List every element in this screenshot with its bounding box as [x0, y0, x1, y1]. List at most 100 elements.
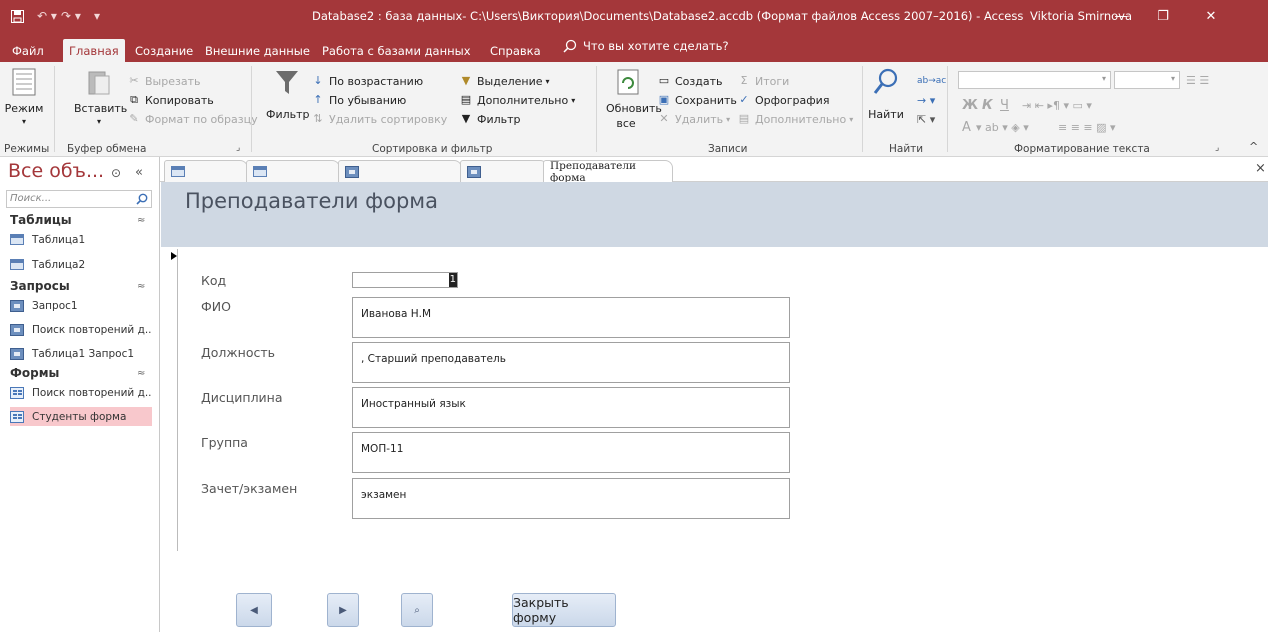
select-icon[interactable]: ⇱ ▾	[917, 110, 935, 128]
nav-item-table1-query1[interactable]: Таблица1 Запрос1	[10, 344, 152, 363]
save-record-button[interactable]: ▣ Сохранить	[657, 91, 737, 109]
nav-item-label: Таблица2	[32, 258, 86, 271]
nav-item-duplicates-form[interactable]: Поиск повторений д...	[10, 383, 152, 402]
sort-descending-button[interactable]: ↑ По убыванию	[311, 91, 406, 109]
undo-icon[interactable]: ↶ ▾	[36, 7, 58, 25]
highlight-icon[interactable]: ▾ ab ▾ ◈ ▾	[976, 118, 1029, 136]
doc-tab-table[interactable]	[246, 160, 340, 182]
copy-button[interactable]: ⧉ Копировать	[127, 91, 214, 109]
copy-label: Копировать	[145, 93, 214, 107]
doc-tab-query[interactable]	[338, 160, 462, 182]
restore-icon[interactable]: ❐	[1148, 5, 1178, 27]
group-field[interactable]: МОП-11	[352, 432, 790, 473]
format-painter-button[interactable]: ✎ Формат по образцу	[127, 110, 257, 128]
new-record-button[interactable]: ▭ Создать	[657, 72, 723, 90]
nav-item-students-form[interactable]: Студенты форма	[10, 407, 152, 426]
tab-home[interactable]: Главная	[63, 39, 125, 62]
nav-group-forms[interactable]: Формы	[10, 366, 59, 380]
next-record-button[interactable]: ▶	[327, 593, 359, 627]
cut-button[interactable]: ✂ Вырезать	[127, 72, 200, 90]
nav-pane-title[interactable]: Все объ...	[8, 160, 104, 182]
spelling-label: Орфография	[755, 93, 830, 107]
find-record-button[interactable]: ⌕	[401, 593, 433, 627]
advanced-filter-button[interactable]: ▤ Дополнительно ▾	[459, 91, 575, 109]
selection-button[interactable]: ▼ Выделение ▾	[459, 72, 550, 90]
dialog-launcher-icon[interactable]: ⌟	[236, 143, 240, 153]
remove-sort-button[interactable]: ⇅ Удалить сортировку	[311, 110, 447, 128]
search-icon[interactable]	[136, 193, 148, 205]
doc-tab-query[interactable]	[460, 160, 548, 182]
underline-button[interactable]: Ч	[1000, 96, 1009, 114]
tab-file[interactable]: Файл	[6, 39, 50, 62]
totals-button[interactable]: Σ Итоги	[737, 72, 790, 90]
more-records-button[interactable]: ▤ Дополнительно ▾	[737, 110, 853, 128]
discipline-field[interactable]: Иностранный язык	[352, 387, 790, 428]
search-icon	[563, 39, 577, 53]
align-icon[interactable]: ≡ ≡ ≡ ▨ ▾	[1058, 118, 1116, 136]
close-icon[interactable]: ×	[1255, 161, 1266, 176]
spelling-button[interactable]: ✓ Орфография	[737, 91, 829, 109]
paste-label: Вставить	[74, 102, 128, 115]
tab-create[interactable]: Создание	[129, 39, 199, 62]
delete-record-button[interactable]: ✕ Удалить ▾	[657, 110, 730, 128]
nav-item-query1[interactable]: Запрос1	[10, 296, 152, 315]
kod-value: 1	[448, 273, 457, 287]
previous-record-button[interactable]: ◀	[236, 593, 272, 627]
table-icon	[253, 166, 267, 177]
table-icon	[10, 259, 24, 270]
close-icon[interactable]: ✕	[1196, 5, 1226, 27]
funnel-icon: ▼	[461, 112, 471, 125]
redo-icon[interactable]: ↷ ▾	[60, 7, 82, 25]
magnifier-icon	[873, 68, 898, 94]
exam-field[interactable]: экзамен	[352, 478, 790, 519]
sort-descending-icon: ↑	[313, 93, 323, 106]
save-icon[interactable]	[8, 7, 26, 25]
find-button[interactable]: Найти	[868, 66, 904, 136]
nav-item-table1[interactable]: Таблица1	[10, 230, 152, 249]
font-name-select[interactable]: ▾	[958, 71, 1111, 89]
nav-menu-icon[interactable]: ⊙	[111, 166, 121, 180]
nav-item-duplicates-query[interactable]: Поиск повторений д...	[10, 320, 152, 339]
record-selector[interactable]	[169, 249, 178, 551]
font-size-select[interactable]: ▾	[1114, 71, 1180, 89]
field-label-group: Группа	[201, 435, 248, 450]
nav-group-queries[interactable]: Запросы	[10, 279, 70, 293]
goto-icon[interactable]: → ▾	[917, 91, 935, 109]
sort-ascending-button[interactable]: ↓ По возрастанию	[311, 72, 423, 90]
paste-button[interactable]: Вставить ▾	[74, 66, 128, 136]
tell-me-box[interactable]: Что вы хотите сделать?	[563, 39, 729, 53]
fio-field[interactable]: Иванова Н.М	[352, 297, 790, 338]
font-color-button[interactable]: А	[962, 118, 971, 136]
replace-icon[interactable]: ab→ac	[917, 72, 946, 90]
kod-field[interactable]: 1	[352, 272, 458, 288]
bullets-icon[interactable]: ☰ ☰	[1186, 71, 1209, 89]
toggle-filter-button[interactable]: ▼ Фильтр	[459, 110, 521, 128]
indent-icon[interactable]: ⇥ ⇤ ▸¶ ▾ ▭ ▾	[1022, 96, 1092, 114]
collapse-group-icon[interactable]: ≈	[137, 215, 145, 226]
nav-group-tables[interactable]: Таблицы	[10, 213, 72, 227]
collapse-pane-icon[interactable]: «	[135, 165, 143, 180]
refresh-all-button[interactable]: Обновить все	[606, 66, 662, 138]
position-field[interactable]: , Старший преподаватель	[352, 342, 790, 383]
minimize-icon[interactable]: —	[1106, 5, 1136, 27]
doc-tab-table[interactable]	[164, 160, 248, 182]
field-label-kod: Код	[201, 273, 227, 288]
doc-tab-teachers-form[interactable]: Преподаватели форма	[543, 160, 673, 184]
new-record-icon: ▭	[658, 74, 670, 87]
nav-search-input[interactable]: Поиск...	[6, 190, 152, 208]
close-form-button[interactable]: Закрыть форму	[512, 593, 616, 627]
nav-item-table2[interactable]: Таблица2	[10, 255, 152, 274]
collapse-group-icon[interactable]: ≈	[137, 368, 145, 379]
filter-button[interactable]: Фильтр	[266, 66, 310, 136]
tab-external-data[interactable]: Внешние данные	[199, 39, 316, 62]
italic-button[interactable]: К	[982, 96, 993, 114]
collapse-ribbon-icon[interactable]: ^	[1249, 140, 1258, 153]
group-separator	[54, 66, 55, 152]
collapse-group-icon[interactable]: ≈	[137, 281, 145, 292]
tab-database-tools[interactable]: Работа с базами данных	[316, 39, 477, 62]
customize-quick-access-icon[interactable]: ▾	[90, 7, 104, 25]
dialog-launcher-icon[interactable]: ⌟	[1215, 143, 1219, 153]
tab-help[interactable]: Справка	[484, 39, 547, 62]
view-button[interactable]: Режим ▾	[4, 66, 44, 136]
bold-button[interactable]: Ж	[962, 96, 978, 114]
